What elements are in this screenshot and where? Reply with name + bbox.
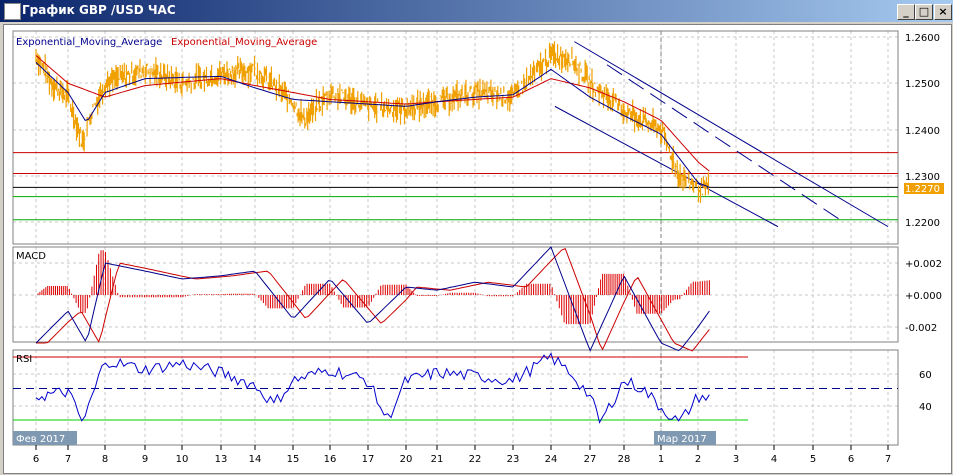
price-label: 1.2500 [905,79,940,90]
x-axis-label: 14 [249,454,262,465]
x-axis-label: 21 [431,454,444,465]
rsi-line [35,352,710,424]
current-price-label: 1.2270 [905,184,940,195]
ema-legend-1: Exponential_Moving_Average [16,37,162,48]
month-label-mar: Мар 2017 [657,434,707,445]
x-axis-label: 1 [658,454,664,465]
x-axis-label: 4 [771,454,777,465]
x-axis-label: 9 [142,454,148,465]
price-label: 1.2400 [905,126,940,137]
x-axis-label: 8 [102,454,108,465]
rsi-label: RSI [16,354,32,365]
x-axis-label: 6 [848,454,854,465]
price-label: 1.2200 [905,218,940,229]
price-label: 1.2300 [905,172,940,183]
x-axis-label: 7 [885,454,891,465]
rsi-axis-label: 60 [919,370,932,381]
x-axis-label: 24 [545,454,558,465]
main-pane-frame [12,30,899,245]
x-axis-label: 20 [400,454,413,465]
x-axis-label: 3 [733,454,739,465]
x-axis-label: 22 [469,454,482,465]
x-axis-label: 7 [65,454,71,465]
x-axis-label: 17 [362,454,375,465]
x-axis-label: 28 [618,454,631,465]
channel-line [574,41,889,228]
x-axis-label: 15 [287,454,300,465]
ema-fast-line [35,62,710,188]
x-axis-label: 5 [810,454,816,465]
channel-line [554,105,779,228]
macd-axis-label: +0.000 [905,291,942,302]
x-axis-label: 6 [33,454,39,465]
x-axis-label: 13 [215,454,228,465]
ema-legend-2: Exponential_Moving_Average [171,37,317,48]
chart-svg[interactable]: Exponential_Moving_Average Exponential_M… [1,1,948,465]
x-axis-label: 10 [176,454,189,465]
rsi-pane-frame [12,349,899,446]
macd-signal-line [36,247,710,352]
x-axis-label: 23 [507,454,520,465]
macd-label: MACD [16,251,46,262]
price-label: 1.2600 [905,33,940,44]
macd-axis-label: -0.002 [905,323,937,334]
x-axis-label: 16 [324,454,337,465]
macd-axis-label: +0.002 [905,259,942,270]
x-axis-label: 2 [695,454,701,465]
x-axis-label: 27 [584,454,597,465]
month-label-feb: Фев 2017 [16,434,65,445]
rsi-axis-label: 40 [919,402,932,413]
chart-area[interactable]: Exponential_Moving_Average Exponential_M… [3,24,952,474]
